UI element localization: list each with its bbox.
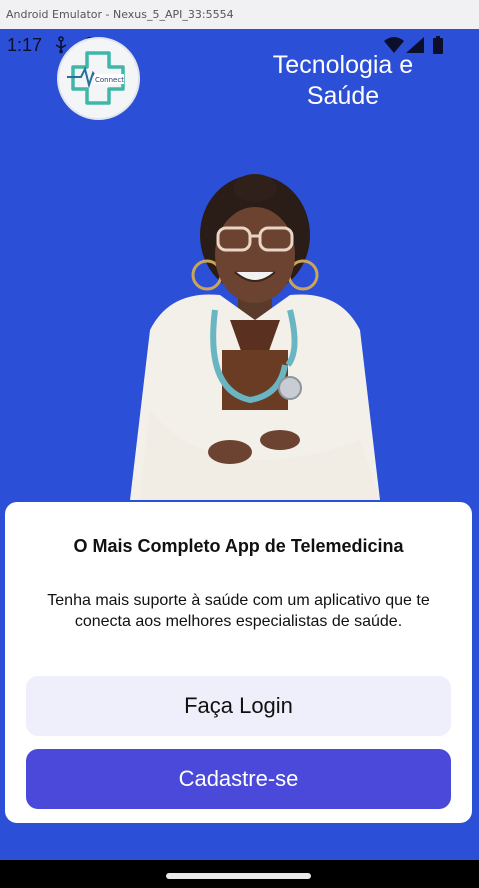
register-button[interactable]: Cadastre-se <box>26 749 451 809</box>
welcome-card: O Mais Completo App de Telemedicina Tenh… <box>5 502 472 823</box>
header-title: Tecnologia e Saúde <box>272 51 414 110</box>
doctor-photo <box>130 174 380 500</box>
home-gesture-handle[interactable] <box>166 873 311 879</box>
logo-text: Connect <box>95 76 124 84</box>
card-description: Tenha mais suporte à saúde com um aplica… <box>47 592 430 630</box>
login-button[interactable]: Faça Login <box>26 676 451 736</box>
window-title: Android Emulator - Nexus_5_API_33:5554 <box>6 8 234 21</box>
medical-cross-logo-icon: Connect <box>67 51 125 105</box>
battery-icon <box>433 36 443 54</box>
android-navigation-bar <box>0 860 479 888</box>
emulator-window: Android Emulator - Nexus_5_API_33:5554 1… <box>0 0 479 888</box>
status-time: 1:17 <box>7 35 43 55</box>
emulator-title-bar: Android Emulator - Nexus_5_API_33:5554 <box>0 0 479 29</box>
card-title: O Mais Completo App de Telemedicina <box>73 536 404 556</box>
app-logo: Connect <box>57 37 140 120</box>
